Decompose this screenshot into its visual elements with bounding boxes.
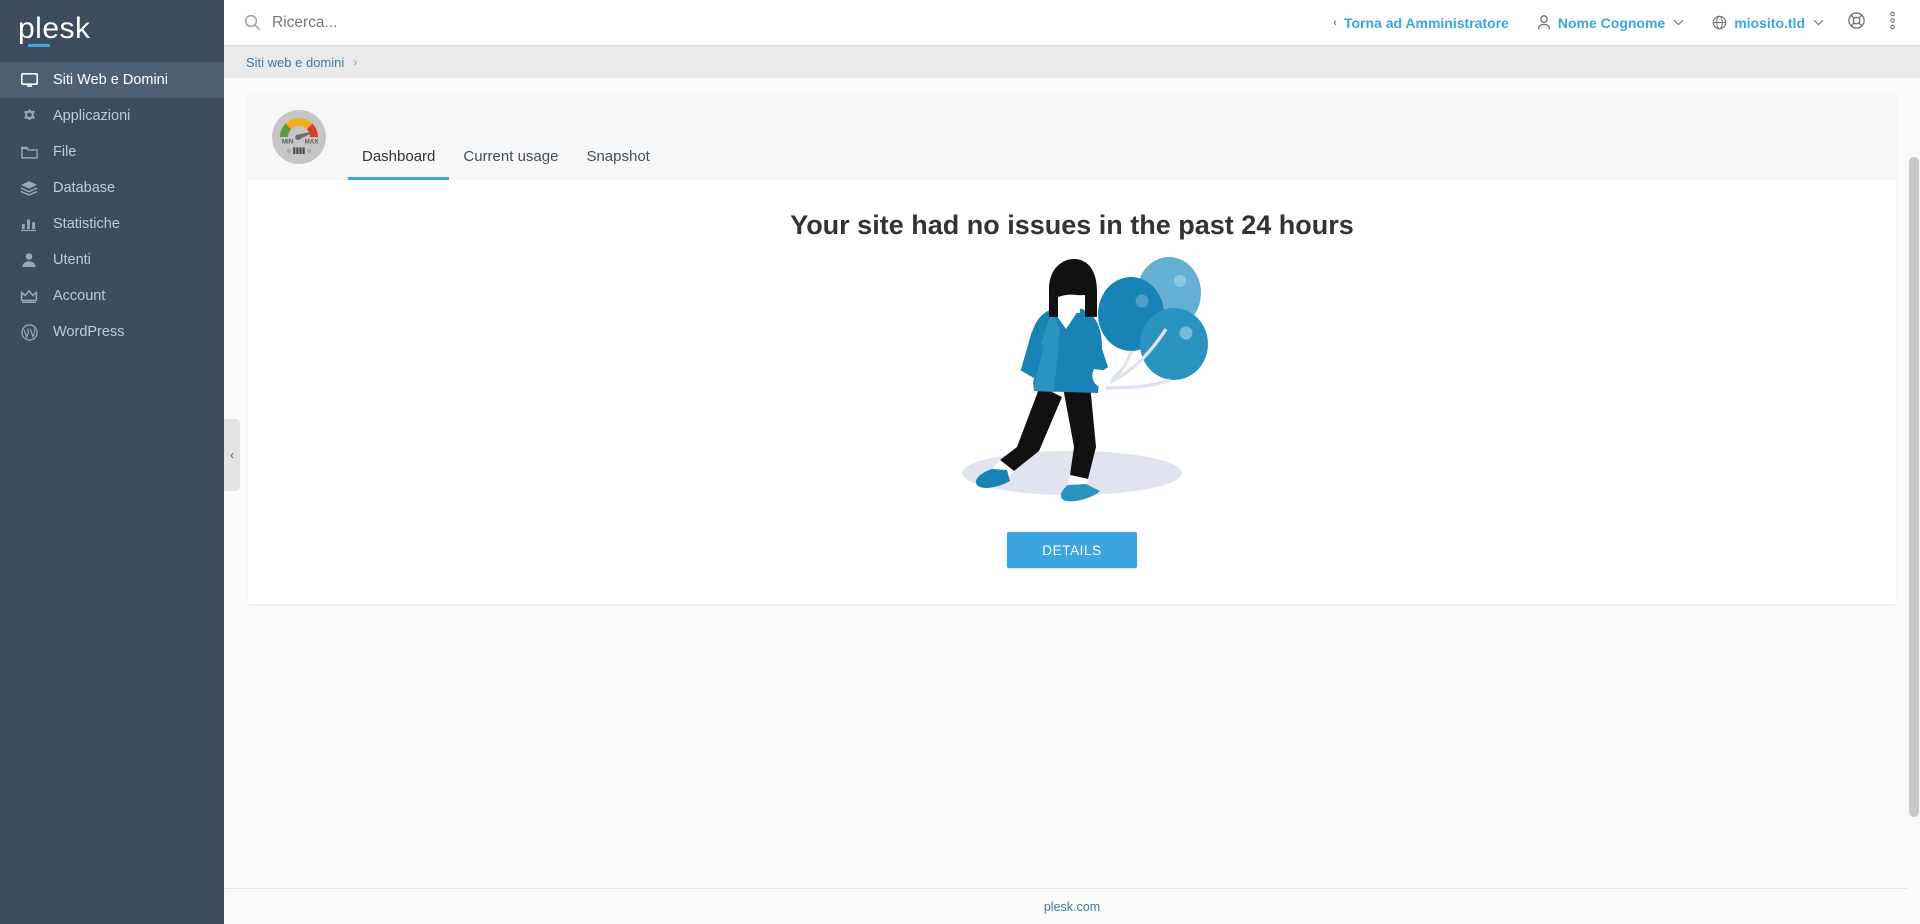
domain-selector[interactable]: miosito.tld (1698, 0, 1838, 46)
tab-label: Current usage (463, 148, 559, 165)
sidebar-item-utenti[interactable]: Utenti (0, 242, 224, 278)
sidebar-collapse-button[interactable]: ‹ (224, 419, 240, 491)
footer: plesk.com (224, 888, 1920, 924)
sidebar-nav: Siti Web e Domini Applicazioni File Data… (0, 62, 224, 350)
user-icon (18, 250, 40, 270)
tab-dashboard[interactable]: Dashboard (348, 148, 450, 180)
sidebar-item-label: WordPress (53, 324, 125, 340)
details-button[interactable]: DETAILS (1007, 532, 1137, 568)
app-root: plesk Siti Web e Domini Applicazioni Fil (0, 0, 1920, 924)
user-menu[interactable]: Nome Cognome (1523, 0, 1698, 46)
tab-label: Snapshot (586, 148, 650, 165)
breadcrumb: Siti web e domini › (224, 46, 1920, 78)
folder-icon (18, 142, 40, 162)
sidebar: plesk Siti Web e Domini Applicazioni Fil (0, 0, 224, 924)
lifebuoy-icon (1847, 11, 1866, 35)
support-button[interactable] (1838, 0, 1874, 46)
topbar-actions: ‹ Torna ad Amministratore Nome Cognome m… (1319, 0, 1910, 46)
back-to-administrator-label: Torna ad Amministratore (1343, 14, 1509, 31)
svg-text:MAX: MAX (305, 139, 320, 146)
sidebar-item-label: Statistiche (53, 216, 120, 232)
card-tabs: Dashboard Current usage Snapshot (348, 94, 664, 180)
domain-selector-label: miosito.tld (1734, 14, 1805, 31)
search-input[interactable] (272, 13, 692, 32)
sidebar-item-label: Utenti (53, 252, 91, 268)
search-box[interactable] (244, 13, 1319, 32)
search-icon (244, 14, 261, 31)
sidebar-item-statistiche[interactable]: Statistiche (0, 206, 224, 242)
chevron-down-icon (1673, 19, 1684, 26)
page-title: Your site had no issues in the past 24 h… (790, 210, 1354, 240)
main-region: ‹ Torna ad Amministratore Nome Cognome (224, 0, 1920, 924)
monitor-icon (18, 70, 40, 90)
chevron-left-icon: ‹ (230, 448, 234, 462)
vertical-scrollbar[interactable] (1908, 157, 1920, 924)
brand-name: plesk (18, 12, 91, 45)
database-stack-icon (18, 178, 40, 198)
dashboard-card: MIN MAX Dashboard Current usage Snapshot… (248, 94, 1896, 604)
sidebar-item-database[interactable]: Database (0, 170, 224, 206)
gear-icon (18, 106, 40, 126)
tab-label: Dashboard (362, 148, 436, 165)
sidebar-item-label: Database (53, 180, 116, 196)
user-icon (1537, 15, 1551, 30)
content-scroll-area: MIN MAX Dashboard Current usage Snapshot… (224, 78, 1920, 924)
sidebar-item-label: Account (53, 288, 106, 304)
kebab-menu-icon (1889, 11, 1895, 35)
brand-logo[interactable]: plesk (0, 0, 224, 58)
footer-link-plesk-com[interactable]: plesk.com (1044, 900, 1100, 914)
user-menu-label: Nome Cognome (1557, 14, 1666, 31)
scrollbar-thumb[interactable] (1909, 157, 1919, 817)
globe-icon (1712, 15, 1727, 30)
sidebar-item-siti-web-e-domini[interactable]: Siti Web e Domini (0, 62, 224, 98)
back-to-administrator-link[interactable]: ‹ Torna ad Amministratore (1319, 0, 1523, 46)
crown-icon (18, 286, 40, 306)
chevron-right-icon: › (353, 55, 358, 69)
sidebar-item-wordpress[interactable]: WordPress (0, 314, 224, 350)
topbar: ‹ Torna ad Amministratore Nome Cognome (224, 0, 1920, 46)
speedometer-icon: MIN MAX (272, 110, 326, 164)
sidebar-item-applicazioni[interactable]: Applicazioni (0, 98, 224, 134)
more-menu-button[interactable] (1874, 0, 1910, 46)
tab-snapshot[interactable]: Snapshot (572, 149, 663, 180)
svg-text:MIN: MIN (282, 139, 294, 146)
tab-current-usage[interactable]: Current usage (449, 149, 572, 180)
brand-underbar (28, 44, 50, 47)
sidebar-item-label: File (53, 144, 77, 160)
chevron-down-icon (1813, 19, 1824, 26)
card-header: MIN MAX Dashboard Current usage Snapshot (248, 94, 1896, 180)
sidebar-item-label: Siti Web e Domini (53, 72, 168, 88)
bar-chart-icon (18, 214, 40, 234)
breadcrumb-link-siti-web-e-domini[interactable]: Siti web e domini (246, 55, 344, 70)
sidebar-item-file[interactable]: File (0, 134, 224, 170)
chevron-left-icon: ‹ (1333, 16, 1337, 29)
card-body: Your site had no issues in the past 24 h… (248, 180, 1896, 604)
page-content: MIN MAX Dashboard Current usage Snapshot… (224, 78, 1920, 888)
sidebar-item-label: Applicazioni (53, 108, 131, 124)
wordpress-icon (18, 322, 40, 342)
person-with-balloons-illustration (922, 251, 1222, 506)
sidebar-item-account[interactable]: Account (0, 278, 224, 314)
